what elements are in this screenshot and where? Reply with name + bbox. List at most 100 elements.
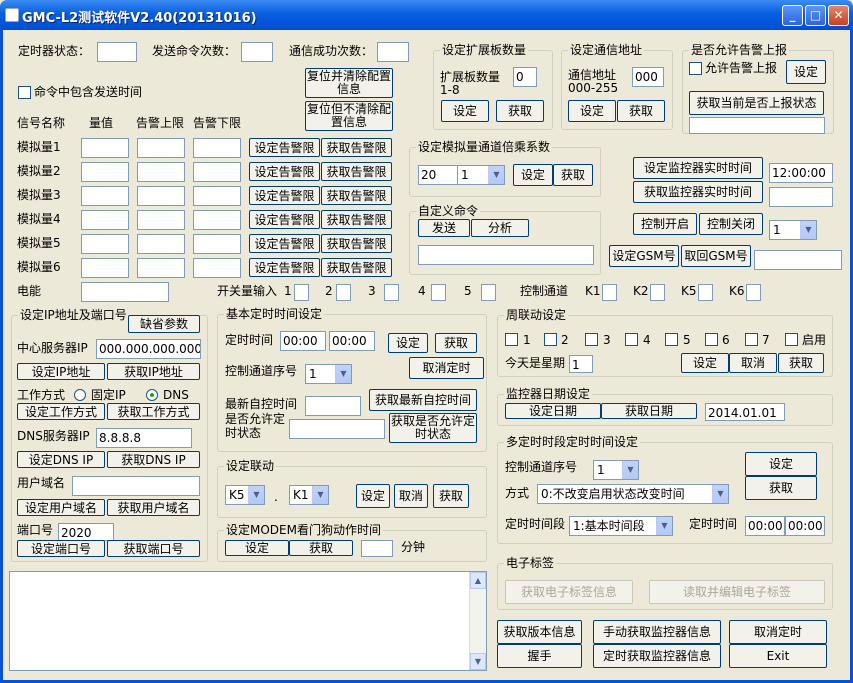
expand-get-button[interactable]: 获取: [496, 100, 544, 122]
set-domain-button[interactable]: 设定用户域名: [17, 499, 105, 516]
user-domain-input[interactable]: [72, 476, 200, 496]
reset-clear-button[interactable]: 复位并清除配置信息: [305, 68, 393, 98]
date-input[interactable]: 2014.01.01: [705, 403, 785, 421]
scroll-down-icon[interactable]: ▼: [470, 653, 486, 670]
linkage-get-button[interactable]: 获取: [433, 484, 469, 508]
week-day-checkbox[interactable]: [705, 333, 718, 346]
analog-lower-input[interactable]: [193, 138, 241, 158]
analog-lower-input[interactable]: [193, 210, 241, 230]
week-day-checkbox[interactable]: [585, 333, 598, 346]
set-gsm-button[interactable]: 设定GSM号: [609, 245, 679, 267]
set-alarm-limit-button[interactable]: 设定告警限: [249, 210, 320, 229]
timer-get-button[interactable]: 获取: [435, 333, 477, 353]
alarm-set-button[interactable]: 设定: [786, 60, 826, 84]
get-latest-control-button[interactable]: 获取最新自控时间: [369, 389, 477, 411]
custom-parse-button[interactable]: 分析: [471, 219, 529, 237]
multi-period-dropdown[interactable]: 1:基本时间段 ▼: [569, 516, 673, 536]
reset-keep-button[interactable]: 复位但不清除配置信息: [305, 101, 393, 131]
get-gsm-button[interactable]: 取回GSM号: [681, 245, 751, 267]
set-ip-button[interactable]: 设定IP地址: [17, 363, 105, 380]
get-alarm-limit-button[interactable]: 获取告警限: [321, 162, 392, 181]
analog-upper-input[interactable]: [137, 258, 185, 278]
set-alarm-limit-button[interactable]: 设定告警限: [249, 234, 320, 253]
expand-set-button[interactable]: 设定: [441, 100, 489, 122]
linkage-set-button[interactable]: 设定: [356, 484, 390, 508]
linkage-source-dropdown[interactable]: K5 ▼: [225, 485, 265, 505]
log-textarea[interactable]: ▲ ▼: [9, 571, 487, 671]
get-mode-button[interactable]: 获取工作方式: [107, 403, 200, 420]
set-port-button[interactable]: 设定端口号: [17, 540, 105, 557]
allow-alarm-checkbox[interactable]: [689, 62, 702, 75]
dns-radio[interactable]: [146, 389, 158, 401]
get-alarm-limit-button[interactable]: 获取告警限: [321, 138, 392, 157]
get-alarm-limit-button[interactable]: 获取告警限: [321, 234, 392, 253]
center-ip-input[interactable]: 000.000.000.000: [96, 339, 201, 359]
modem-set-button[interactable]: 设定: [225, 540, 289, 556]
get-alarm-limit-button[interactable]: 获取告警限: [321, 210, 392, 229]
timer-end-input[interactable]: 00:00: [329, 331, 375, 351]
default-params-button[interactable]: 缺省参数: [128, 315, 200, 333]
get-version-button[interactable]: 获取版本信息: [497, 620, 582, 644]
analog-upper-input[interactable]: [137, 234, 185, 254]
timer-set-button[interactable]: 设定: [388, 333, 428, 353]
linkage-target-dropdown[interactable]: K1 ▼: [289, 485, 329, 505]
comm-address-input[interactable]: 000: [632, 67, 664, 87]
week-day-checkbox[interactable]: [745, 333, 758, 346]
modem-get-button[interactable]: 获取: [289, 540, 353, 556]
timer-seq-dropdown[interactable]: 1 ▼: [305, 364, 352, 384]
week-enable-checkbox[interactable]: [785, 333, 798, 346]
week-day-checkbox[interactable]: [505, 333, 518, 346]
multi-seq-dropdown[interactable]: 1 ▼: [593, 460, 639, 480]
set-monitor-time-button[interactable]: 设定监控器实时时间: [633, 157, 763, 179]
multiplier-input[interactable]: 20: [418, 165, 458, 185]
get-domain-button[interactable]: 获取用户域名: [107, 499, 200, 516]
control-off-button[interactable]: 控制关闭: [699, 213, 763, 235]
analog-lower-input[interactable]: [193, 162, 241, 182]
get-tag-button[interactable]: 获取电子标签信息: [505, 580, 633, 604]
week-cancel-button[interactable]: 取消: [729, 353, 777, 373]
set-dns-button[interactable]: 设定DNS IP: [17, 451, 105, 468]
week-get-button[interactable]: 获取: [778, 353, 824, 373]
fixed-ip-radio[interactable]: [74, 389, 86, 401]
analog-upper-input[interactable]: [137, 210, 185, 230]
log-scrollbar[interactable]: ▲ ▼: [469, 572, 486, 670]
week-day-checkbox[interactable]: [544, 333, 557, 346]
get-allow-timer-button[interactable]: 获取是否允许定时状态: [389, 413, 477, 443]
multi-mode-dropdown[interactable]: 0:不改变启用状态改变时间 ▼: [537, 484, 729, 504]
multi-set-button[interactable]: 设定: [745, 452, 817, 476]
analog-lower-input[interactable]: [193, 234, 241, 254]
multiplier-channel-dropdown[interactable]: 1 ▼: [457, 165, 505, 185]
set-alarm-limit-button[interactable]: 设定告警限: [249, 186, 320, 205]
week-day-checkbox[interactable]: [625, 333, 638, 346]
cancel-timer-button[interactable]: 取消定时: [409, 357, 484, 379]
monitor-time-input[interactable]: 12:00:00: [769, 163, 833, 183]
set-date-button[interactable]: 设定日期: [505, 403, 601, 419]
include-time-checkbox[interactable]: [18, 86, 31, 99]
set-mode-button[interactable]: 设定工作方式: [17, 403, 105, 420]
set-alarm-limit-button[interactable]: 设定告警限: [249, 138, 320, 157]
analog-lower-input[interactable]: [193, 258, 241, 278]
multi-end-input[interactable]: 00:00: [785, 516, 825, 536]
read-edit-tag-button[interactable]: 读取并编辑电子标签: [649, 580, 825, 604]
get-ip-button[interactable]: 获取IP地址: [107, 363, 200, 380]
set-alarm-limit-button[interactable]: 设定告警限: [249, 162, 320, 181]
scroll-up-icon[interactable]: ▲: [470, 572, 486, 589]
custom-send-button[interactable]: 发送: [418, 219, 470, 237]
analog-upper-input[interactable]: [137, 138, 185, 158]
analog-upper-input[interactable]: [137, 162, 185, 182]
linkage-cancel-button[interactable]: 取消: [394, 484, 428, 508]
analog-lower-input[interactable]: [193, 186, 241, 206]
get-alarm-limit-button[interactable]: 获取告警限: [321, 258, 392, 277]
timer-start-input[interactable]: 00:00: [280, 331, 326, 351]
expand-board-input[interactable]: 0: [513, 67, 537, 87]
set-alarm-limit-button[interactable]: 设定告警限: [249, 258, 320, 277]
get-report-state-button[interactable]: 获取当前是否上报状态: [689, 91, 824, 115]
custom-command-input[interactable]: [418, 245, 594, 265]
multi-start-input[interactable]: 00:00: [745, 516, 785, 536]
dns-server-input[interactable]: 8.8.8.8: [96, 428, 192, 448]
multiplier-get-button[interactable]: 获取: [553, 164, 593, 186]
week-day-checkbox[interactable]: [665, 333, 678, 346]
gsm-input[interactable]: [754, 250, 842, 270]
control-on-button[interactable]: 控制开启: [633, 213, 697, 235]
multi-get-button[interactable]: 获取: [745, 476, 817, 500]
